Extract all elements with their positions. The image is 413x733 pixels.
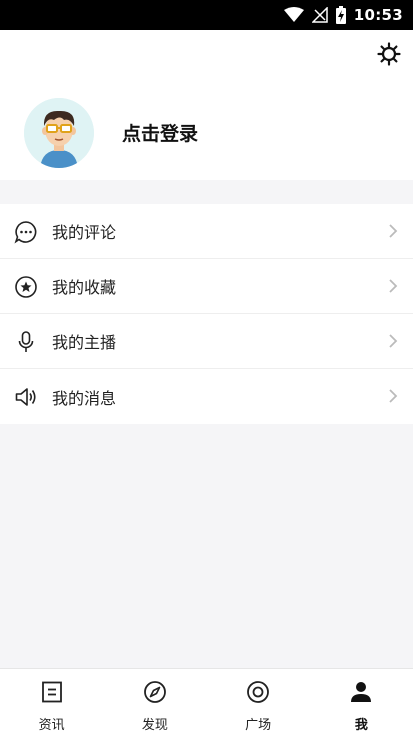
menu-item-label: 我的收藏 [52, 278, 117, 297]
wifi-icon [283, 7, 304, 23]
speaker-icon [14, 385, 38, 409]
chevron-right-icon [387, 333, 399, 349]
tab-label: 广场 [245, 718, 272, 733]
menu-item-label: 我的评论 [52, 223, 117, 242]
news-icon [39, 679, 65, 705]
bottom-tab-bar: 资讯 发现 广场 我 [0, 668, 413, 733]
tab-news[interactable]: 资讯 [0, 669, 103, 733]
user-icon [348, 679, 374, 705]
clock: 10:53 [353, 6, 403, 24]
tab-discover[interactable]: 发现 [103, 669, 206, 733]
chevron-right-icon [387, 388, 399, 404]
star-icon [14, 275, 38, 299]
menu-item-messages[interactable]: 我的消息 [0, 369, 413, 424]
login-button[interactable]: 点击登录 [122, 119, 198, 146]
tab-label: 发现 [141, 718, 168, 733]
tab-me[interactable]: 我 [310, 669, 413, 733]
compass-icon [142, 679, 168, 705]
comment-icon [14, 220, 38, 244]
no-signal-icon [311, 7, 328, 23]
menu-item-favorites[interactable]: 我的收藏 [0, 259, 413, 314]
microphone-icon [14, 330, 38, 354]
profile-header: 点击登录 [0, 30, 413, 180]
plaza-icon [245, 679, 271, 705]
menu-item-label: 我的消息 [52, 388, 117, 408]
tab-label: 我 [354, 718, 368, 733]
tab-plaza[interactable]: 广场 [207, 669, 310, 733]
menu-item-comments[interactable]: 我的评论 [0, 204, 413, 259]
chevron-right-icon [387, 223, 399, 239]
menu-item-label: 我的主播 [52, 333, 117, 352]
battery-charging-icon [335, 6, 346, 24]
avatar[interactable] [24, 98, 94, 168]
chevron-right-icon [387, 278, 399, 294]
settings-button[interactable] [375, 42, 403, 70]
menu-item-hosts[interactable]: 我的主播 [0, 314, 413, 369]
tab-label: 资讯 [38, 718, 65, 733]
status-bar: 10:53 [0, 0, 413, 30]
menu-list: 我的评论 我的收藏 我的主播 我的消息 [0, 204, 413, 424]
gear-icon [377, 42, 401, 70]
